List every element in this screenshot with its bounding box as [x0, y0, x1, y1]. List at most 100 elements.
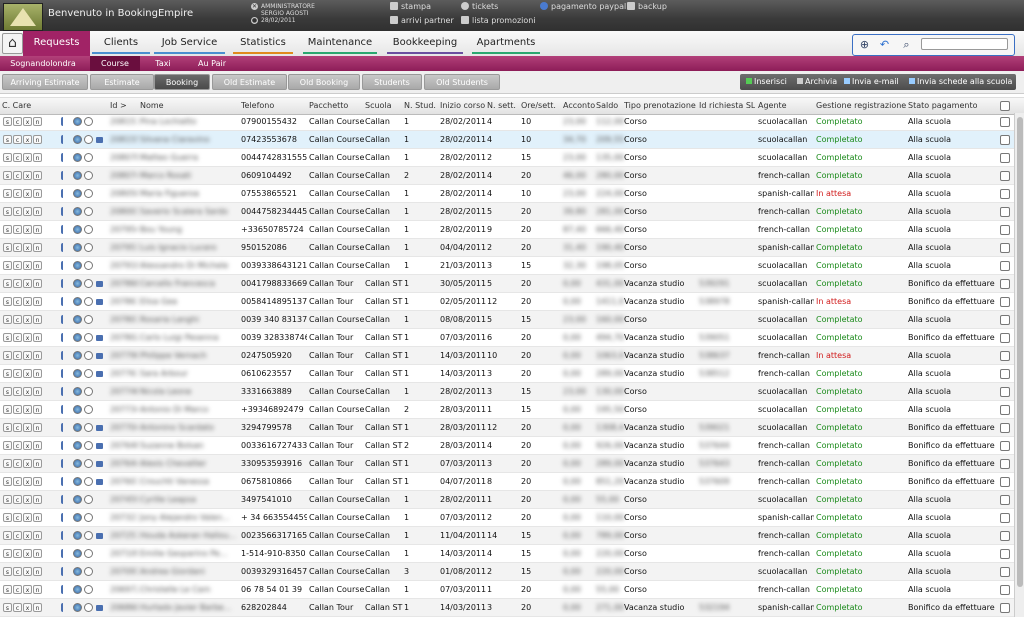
care-s-button[interactable]: s: [3, 603, 12, 612]
row-checkbox[interactable]: [1000, 423, 1010, 433]
info-icon[interactable]: [73, 243, 82, 252]
care-n-button[interactable]: n: [33, 279, 42, 288]
edit-icon[interactable]: [61, 513, 67, 522]
status-circle-icon[interactable]: [84, 351, 93, 360]
care-s-button[interactable]: s: [3, 351, 12, 360]
table-row[interactable]: s c x n 208157 Pina Lochiatto 07900155432 Calla…: [0, 113, 1014, 131]
row-checkbox[interactable]: [1000, 135, 1010, 145]
filter-students[interactable]: Students: [362, 74, 422, 90]
status-circle-icon[interactable]: [84, 243, 93, 252]
message-icon[interactable]: [96, 425, 103, 431]
care-n-button[interactable]: n: [33, 297, 42, 306]
care-n-button[interactable]: n: [33, 135, 42, 144]
care-x-button[interactable]: x: [23, 387, 32, 396]
table-row[interactable]: s c x n 207257 Houda Askeran Hallou... 0023566…: [0, 527, 1014, 545]
table-row[interactable]: s c x n 206972 Christelle Le Cam 06 78 54 01 3…: [0, 581, 1014, 599]
table-row[interactable]: s c x n 206860 Hurtado Javier Barbe... 6282028…: [0, 599, 1014, 617]
table-row[interactable]: s c x n 207607 Crouchti Vanessa 0675810866 Call…: [0, 473, 1014, 491]
care-x-button[interactable]: x: [23, 531, 32, 540]
care-n-button[interactable]: n: [33, 243, 42, 252]
back-arrow-icon[interactable]: ↶: [878, 38, 891, 51]
edit-icon[interactable]: [61, 225, 67, 234]
row-checkbox[interactable]: [1000, 117, 1010, 127]
row-checkbox[interactable]: [1000, 225, 1010, 235]
row-checkbox[interactable]: [1000, 297, 1010, 307]
status-circle-icon[interactable]: [84, 387, 93, 396]
care-n-button[interactable]: n: [33, 387, 42, 396]
edit-icon[interactable]: [61, 189, 67, 198]
row-checkbox[interactable]: [1000, 315, 1010, 325]
care-s-button[interactable]: s: [3, 459, 12, 468]
edit-icon[interactable]: [61, 171, 67, 180]
edit-icon[interactable]: [61, 369, 67, 378]
care-c-button[interactable]: c: [13, 297, 22, 306]
care-s-button[interactable]: s: [3, 369, 12, 378]
row-checkbox[interactable]: [1000, 171, 1010, 181]
care-s-button[interactable]: s: [3, 567, 12, 576]
care-x-button[interactable]: x: [23, 603, 32, 612]
tab-bookkeeping[interactable]: Bookkeeping: [385, 31, 465, 56]
table-row[interactable]: s c x n 207867 Elisa Gea 00584148951377 Callan …: [0, 293, 1014, 311]
table-row[interactable]: s c x n 207323 Jony Alejandro Valen... + 34 66…: [0, 509, 1014, 527]
edit-icon[interactable]: [61, 585, 67, 594]
row-checkbox[interactable]: [1000, 603, 1010, 613]
col-n-sett[interactable]: N. sett.: [487, 98, 516, 114]
care-n-button[interactable]: n: [33, 225, 42, 234]
edit-icon[interactable]: [61, 261, 67, 270]
care-x-button[interactable]: x: [23, 405, 32, 414]
care-x-button[interactable]: x: [23, 369, 32, 378]
info-icon[interactable]: [73, 549, 82, 558]
care-n-button[interactable]: n: [33, 531, 42, 540]
care-x-button[interactable]: x: [23, 495, 32, 504]
col-saldo[interactable]: Saldo: [596, 98, 618, 114]
info-icon[interactable]: [73, 405, 82, 414]
care-s-button[interactable]: s: [3, 531, 12, 540]
care-s-button[interactable]: s: [3, 405, 12, 414]
edit-icon[interactable]: [61, 351, 67, 360]
message-icon[interactable]: [96, 605, 103, 611]
status-circle-icon[interactable]: [84, 549, 93, 558]
care-c-button[interactable]: c: [13, 423, 22, 432]
care-c-button[interactable]: c: [13, 117, 22, 126]
care-n-button[interactable]: n: [33, 405, 42, 414]
table-row[interactable]: scxn 207807Rosaria Langhi 0039 340 8313784…: [0, 311, 1014, 329]
care-c-button[interactable]: c: [13, 441, 22, 450]
table-row[interactable]: s c x n 207951 Luis Ignacio Lucero 950152086 Ca…: [0, 239, 1014, 257]
info-icon[interactable]: [73, 369, 82, 378]
filter-estimate[interactable]: Estimate: [90, 74, 154, 90]
status-circle-icon[interactable]: [84, 153, 93, 162]
info-icon[interactable]: [73, 351, 82, 360]
care-s-button[interactable]: s: [3, 117, 12, 126]
care-s-button[interactable]: s: [3, 261, 12, 270]
info-icon[interactable]: [73, 513, 82, 522]
care-x-button[interactable]: x: [23, 423, 32, 432]
care-s-button[interactable]: s: [3, 297, 12, 306]
care-x-button[interactable]: x: [23, 315, 32, 324]
edit-icon[interactable]: [61, 315, 67, 324]
edit-icon[interactable]: [61, 603, 67, 612]
col-inizio-corso[interactable]: Inizio corso: [440, 98, 485, 114]
message-icon[interactable]: [96, 461, 103, 467]
care-s-button[interactable]: s: [3, 135, 12, 144]
care-c-button[interactable]: c: [13, 513, 22, 522]
message-icon[interactable]: [96, 353, 103, 359]
care-x-button[interactable]: x: [23, 135, 32, 144]
care-n-button[interactable]: n: [33, 333, 42, 342]
subtab-au-pair[interactable]: Au Pair: [188, 56, 236, 71]
care-c-button[interactable]: c: [13, 207, 22, 216]
care-s-button[interactable]: s: [3, 477, 12, 486]
care-x-button[interactable]: x: [23, 153, 32, 162]
table-row[interactable]: s c x n 208050 Maria Figueroa 07553865521 Calla…: [0, 185, 1014, 203]
care-n-button[interactable]: n: [33, 171, 42, 180]
subtab-course[interactable]: Course: [90, 56, 140, 71]
tab-maintenance[interactable]: Maintenance: [301, 31, 379, 56]
care-x-button[interactable]: x: [23, 171, 32, 180]
col-ore-sett[interactable]: Ore/sett.: [521, 98, 556, 114]
care-s-button[interactable]: s: [3, 513, 12, 522]
edit-icon[interactable]: [61, 459, 67, 468]
care-n-button[interactable]: n: [33, 369, 42, 378]
row-checkbox[interactable]: [1000, 333, 1010, 343]
row-checkbox[interactable]: [1000, 243, 1010, 253]
care-c-button[interactable]: c: [13, 261, 22, 270]
table-row[interactable]: s c x n 208155 Silvana Ciaravino 07423553678 Ca…: [0, 131, 1014, 149]
